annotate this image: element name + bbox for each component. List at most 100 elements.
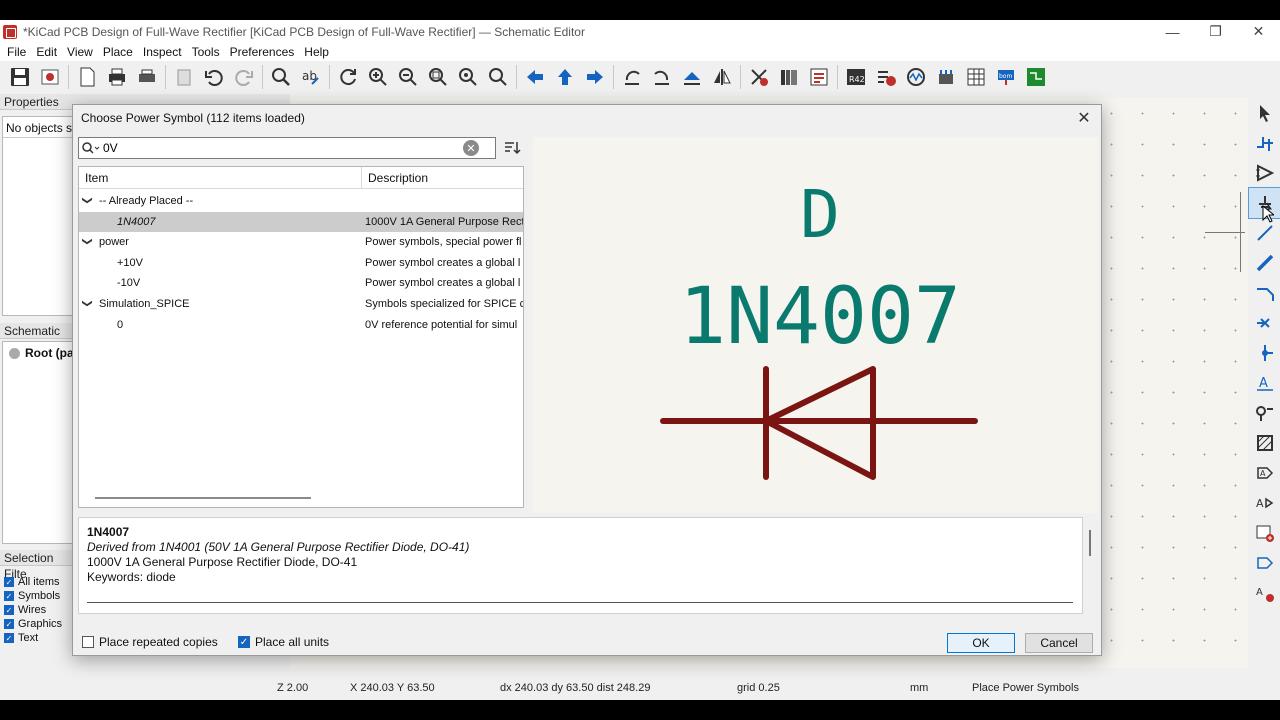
mouse-cursor-icon (1262, 205, 1274, 223)
rule-area-icon[interactable] (1249, 428, 1280, 458)
tree-row[interactable]: -10V Power symbol creates a global l (79, 273, 523, 293)
highlight-net-icon[interactable] (1249, 128, 1280, 158)
menu-tools[interactable]: Tools (187, 45, 225, 59)
save-icon[interactable] (5, 63, 35, 91)
tree-row[interactable]: ❯ -- Already Placed -- (79, 191, 523, 211)
add-sheet-icon[interactable] (1249, 518, 1280, 548)
zoom-in-icon[interactable] (363, 63, 393, 91)
select-tool-icon[interactable] (1249, 98, 1280, 128)
pcb-editor-icon[interactable] (1021, 63, 1051, 91)
sheet-pin-icon[interactable] (1249, 548, 1280, 578)
filter-graphics[interactable]: ✓ Graphics (4, 617, 62, 631)
tree-row[interactable]: ❯ power Power symbols, special power fl (79, 232, 523, 252)
redo-icon[interactable] (229, 63, 259, 91)
filter-wires[interactable]: ✓ Wires (4, 603, 62, 617)
preview-reference: D (800, 176, 840, 253)
maximize-button[interactable]: ❐ (1194, 20, 1237, 43)
import-sheet-pin-icon[interactable]: A (1249, 578, 1280, 608)
refresh-icon[interactable] (333, 63, 363, 91)
paste-icon[interactable] (169, 63, 199, 91)
main-toolbar: ab R42 bom (0, 61, 1280, 93)
zoom-fit-icon[interactable] (423, 63, 453, 91)
splitter-handle[interactable] (1089, 530, 1091, 556)
chevron-down-icon[interactable]: ❯ (82, 196, 93, 204)
symbol-fields-icon[interactable] (804, 63, 834, 91)
print-icon[interactable] (102, 63, 132, 91)
bus-entry-icon[interactable] (1249, 278, 1280, 308)
rotate-cw-icon[interactable] (647, 63, 677, 91)
undo-icon[interactable] (199, 63, 229, 91)
chevron-down-icon[interactable]: ❯ (82, 237, 93, 245)
navigate-forward-icon[interactable] (580, 63, 610, 91)
hierarchy-root-item[interactable]: Root (pa (25, 346, 74, 360)
menu-file[interactable]: File (2, 45, 31, 59)
global-label-icon[interactable]: A (1249, 458, 1280, 488)
menu-edit[interactable]: Edit (31, 45, 62, 59)
page-settings-icon[interactable] (72, 63, 102, 91)
filter-all-items[interactable]: ✓ All items (4, 575, 62, 589)
clear-search-icon[interactable]: ✕ (463, 140, 479, 156)
mirror-horizontal-icon[interactable] (707, 63, 737, 91)
zoom-selection-icon[interactable] (483, 63, 513, 91)
zoom-out-icon[interactable] (393, 63, 423, 91)
bom-icon[interactable]: bom (991, 63, 1021, 91)
erc-icon[interactable] (871, 63, 901, 91)
sort-options-button[interactable] (501, 137, 523, 159)
tree-row[interactable]: 0 0V reference potential for simul (79, 315, 523, 335)
zoom-objects-icon[interactable] (453, 63, 483, 91)
find-replace-icon[interactable]: ab (296, 63, 326, 91)
minimize-button[interactable]: — (1151, 20, 1194, 43)
assign-footprints-icon[interactable] (931, 63, 961, 91)
net-class-icon[interactable] (1249, 398, 1280, 428)
menu-help[interactable]: Help (299, 45, 334, 59)
simulator-icon[interactable] (901, 63, 931, 91)
mirror-vertical-icon[interactable] (677, 63, 707, 91)
menu-preferences[interactable]: Preferences (225, 45, 300, 59)
ok-button[interactable]: OK (947, 633, 1015, 653)
details-description: 1000V 1A General Purpose Rectifier Diode… (87, 555, 358, 569)
symbol-search-input[interactable] (103, 139, 463, 157)
no-connect-icon[interactable] (1249, 308, 1280, 338)
filter-text[interactable]: ✓ Text (4, 631, 62, 645)
cursor-position-readout: X 240.03 Y 63.50 (350, 682, 435, 694)
menu-view[interactable]: View (62, 45, 98, 59)
tree-row[interactable]: ❯ Simulation_SPICE Symbols specialized for… (79, 294, 523, 314)
close-window-button[interactable]: ✕ (1237, 20, 1280, 43)
navigate-up-icon[interactable] (550, 63, 580, 91)
add-symbol-icon[interactable] (1249, 158, 1280, 188)
title-bar: *KiCad PCB Design of Full-Wave Rectifier… (0, 20, 1280, 43)
place-all-units-checkbox[interactable]: ✓ Place all units (238, 635, 329, 649)
filter-symbols[interactable]: ✓ Symbols (4, 589, 62, 603)
column-header-description[interactable]: Description (368, 171, 428, 185)
schematic-setup-icon[interactable] (35, 63, 65, 91)
add-bus-icon[interactable] (1249, 248, 1280, 278)
net-label-icon[interactable]: A (1249, 368, 1280, 398)
rotate-ccw-icon[interactable] (617, 63, 647, 91)
tree-horizontal-scrollbar[interactable] (95, 497, 311, 499)
symbol-library-icon[interactable] (774, 63, 804, 91)
dialog-close-button[interactable]: ✕ (1073, 107, 1095, 129)
place-repeated-copies-checkbox[interactable]: Place repeated copies (82, 635, 218, 649)
checkbox-checked-icon: ✓ (4, 619, 14, 629)
tree-row-description: Power symbols, special power fl (365, 236, 522, 249)
navigate-back-icon[interactable] (520, 63, 550, 91)
find-icon[interactable] (266, 63, 296, 91)
hierarchical-label-icon[interactable]: A (1249, 488, 1280, 518)
annotate-icon[interactable]: R42 (841, 63, 871, 91)
chevron-down-icon[interactable]: ❯ (82, 299, 93, 307)
menu-inspect[interactable]: Inspect (138, 45, 187, 59)
search-icon[interactable] (79, 138, 103, 158)
tree-row[interactable]: +10V Power symbol creates a global l (79, 253, 523, 273)
junction-icon[interactable] (1249, 338, 1280, 368)
menu-place[interactable]: Place (98, 45, 138, 59)
checkbox-checked-icon: ✓ (4, 591, 14, 601)
plot-icon[interactable] (132, 63, 162, 91)
tree-row-item: -- Already Placed -- (99, 195, 194, 207)
svg-text:A: A (1256, 587, 1263, 598)
symbol-editor-icon[interactable] (744, 63, 774, 91)
edit-fields-table-icon[interactable] (961, 63, 991, 91)
cancel-button[interactable]: Cancel (1025, 633, 1093, 653)
tree-row-item: power (99, 236, 129, 249)
tree-row[interactable]: 1N4007 1000V 1A General Purpose Recti (79, 211, 523, 232)
column-header-item[interactable]: Item (85, 171, 108, 185)
